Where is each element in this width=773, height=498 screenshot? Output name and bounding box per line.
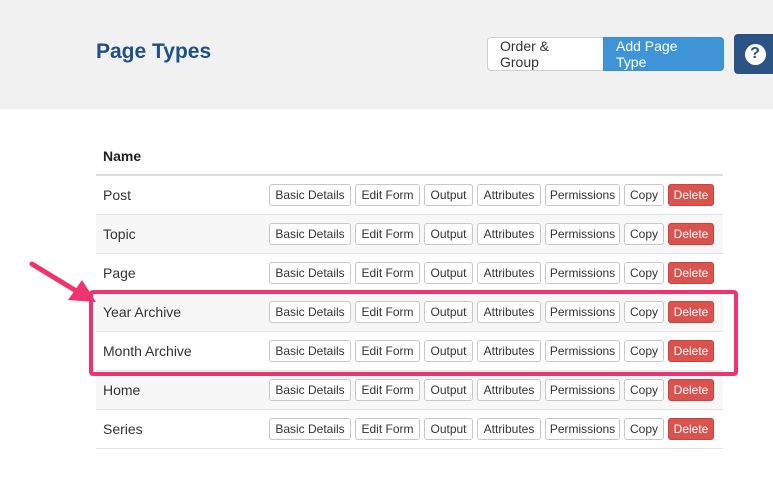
table-row: Series Basic Details Edit Form Output At… (96, 410, 723, 449)
output-button[interactable]: Output (424, 301, 473, 323)
header-button-group: Order & Group Add Page Type (487, 37, 724, 71)
attributes-button[interactable]: Attributes (477, 262, 541, 284)
edit-form-button[interactable]: Edit Form (355, 184, 420, 206)
delete-button[interactable]: Delete (668, 340, 714, 362)
row-name: Page (103, 265, 136, 281)
attributes-button[interactable]: Attributes (477, 379, 541, 401)
row-name: Series (103, 421, 143, 437)
row-actions: Basic Details Edit Form Output Attribute… (269, 379, 714, 401)
basic-details-button[interactable]: Basic Details (269, 262, 351, 284)
delete-button[interactable]: Delete (668, 418, 714, 440)
output-button[interactable]: Output (424, 223, 473, 245)
delete-button[interactable]: Delete (668, 184, 714, 206)
permissions-button[interactable]: Permissions (545, 262, 620, 284)
table-row: Post Basic Details Edit Form Output Attr… (96, 176, 723, 215)
copy-button[interactable]: Copy (624, 262, 664, 284)
permissions-button[interactable]: Permissions (545, 418, 620, 440)
attributes-button[interactable]: Attributes (477, 184, 541, 206)
copy-button[interactable]: Copy (624, 223, 664, 245)
row-actions: Basic Details Edit Form Output Attribute… (269, 340, 714, 362)
row-name: Topic (103, 226, 136, 242)
delete-button[interactable]: Delete (668, 262, 714, 284)
delete-button[interactable]: Delete (668, 379, 714, 401)
row-actions: Basic Details Edit Form Output Attribute… (269, 301, 714, 323)
edit-form-button[interactable]: Edit Form (355, 301, 420, 323)
table-row: Topic Basic Details Edit Form Output Att… (96, 215, 723, 254)
permissions-button[interactable]: Permissions (545, 184, 620, 206)
output-button[interactable]: Output (424, 379, 473, 401)
attributes-button[interactable]: Attributes (477, 223, 541, 245)
row-name: Month Archive (103, 343, 192, 359)
add-page-type-button[interactable]: Add Page Type (603, 37, 724, 71)
basic-details-button[interactable]: Basic Details (269, 223, 351, 245)
row-name: Home (103, 382, 141, 398)
edit-form-button[interactable]: Edit Form (355, 223, 420, 245)
basic-details-button[interactable]: Basic Details (269, 418, 351, 440)
edit-form-button[interactable]: Edit Form (355, 262, 420, 284)
output-button[interactable]: Output (424, 184, 473, 206)
pointer-arrow-icon (29, 261, 96, 302)
edit-form-button[interactable]: Edit Form (355, 340, 420, 362)
permissions-button[interactable]: Permissions (545, 379, 620, 401)
copy-button[interactable]: Copy (624, 301, 664, 323)
output-button[interactable]: Output (424, 340, 473, 362)
table-row: Page Basic Details Edit Form Output Attr… (96, 254, 723, 293)
edit-form-button[interactable]: Edit Form (355, 379, 420, 401)
table-row: Year Archive Basic Details Edit Form Out… (96, 293, 723, 332)
permissions-button[interactable]: Permissions (545, 340, 620, 362)
copy-button[interactable]: Copy (624, 418, 664, 440)
help-button[interactable]: ? (734, 34, 773, 74)
basic-details-button[interactable]: Basic Details (269, 301, 351, 323)
attributes-button[interactable]: Attributes (477, 301, 541, 323)
question-circle-icon: ? (744, 43, 766, 65)
row-name: Post (103, 187, 132, 203)
output-button[interactable]: Output (424, 418, 473, 440)
column-header-name: Name (96, 138, 723, 176)
delete-button[interactable]: Delete (668, 301, 714, 323)
copy-button[interactable]: Copy (624, 379, 664, 401)
row-actions: Basic Details Edit Form Output Attribute… (269, 262, 714, 284)
page-title: Page Types (96, 40, 212, 63)
page-types-table: Name Post Basic Details Edit Form Output… (96, 138, 723, 449)
permissions-button[interactable]: Permissions (545, 223, 620, 245)
row-name: Year Archive (103, 304, 182, 320)
attributes-button[interactable]: Attributes (477, 418, 541, 440)
order-group-button[interactable]: Order & Group (487, 37, 603, 71)
basic-details-button[interactable]: Basic Details (269, 184, 351, 206)
attributes-button[interactable]: Attributes (477, 340, 541, 362)
copy-button[interactable]: Copy (624, 184, 664, 206)
delete-button[interactable]: Delete (668, 223, 714, 245)
output-button[interactable]: Output (424, 262, 473, 284)
basic-details-button[interactable]: Basic Details (269, 379, 351, 401)
copy-button[interactable]: Copy (624, 340, 664, 362)
edit-form-button[interactable]: Edit Form (355, 418, 420, 440)
permissions-button[interactable]: Permissions (545, 301, 620, 323)
table-row: Home Basic Details Edit Form Output Attr… (96, 371, 723, 410)
row-actions: Basic Details Edit Form Output Attribute… (269, 184, 714, 206)
basic-details-button[interactable]: Basic Details (269, 340, 351, 362)
table-row: Month Archive Basic Details Edit Form Ou… (96, 332, 723, 371)
row-actions: Basic Details Edit Form Output Attribute… (269, 223, 714, 245)
row-actions: Basic Details Edit Form Output Attribute… (269, 418, 714, 440)
